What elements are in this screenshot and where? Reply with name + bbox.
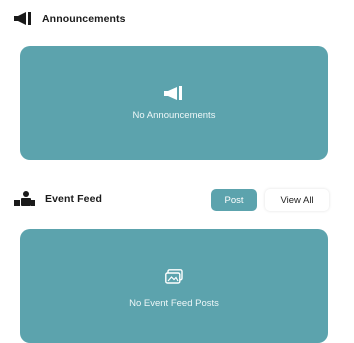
event-feed-empty-text: No Event Feed Posts bbox=[129, 298, 219, 309]
announcements-header: Announcements bbox=[14, 12, 126, 25]
event-feed-header: Event Feed bbox=[14, 191, 102, 206]
announcements-empty-text: No Announcements bbox=[132, 109, 216, 121]
image-gallery-icon bbox=[165, 269, 183, 284]
view-all-button[interactable]: View All bbox=[265, 189, 329, 211]
event-feed-empty-card: No Event Feed Posts bbox=[20, 229, 328, 343]
megaphone-icon bbox=[164, 85, 184, 100]
people-icon bbox=[14, 191, 35, 206]
announcements-title: Announcements bbox=[42, 12, 126, 25]
announcements-empty-card: No Announcements bbox=[20, 46, 328, 160]
megaphone-icon bbox=[14, 12, 33, 25]
event-feed-title: Event Feed bbox=[45, 192, 103, 205]
post-button[interactable]: Post bbox=[211, 189, 257, 211]
